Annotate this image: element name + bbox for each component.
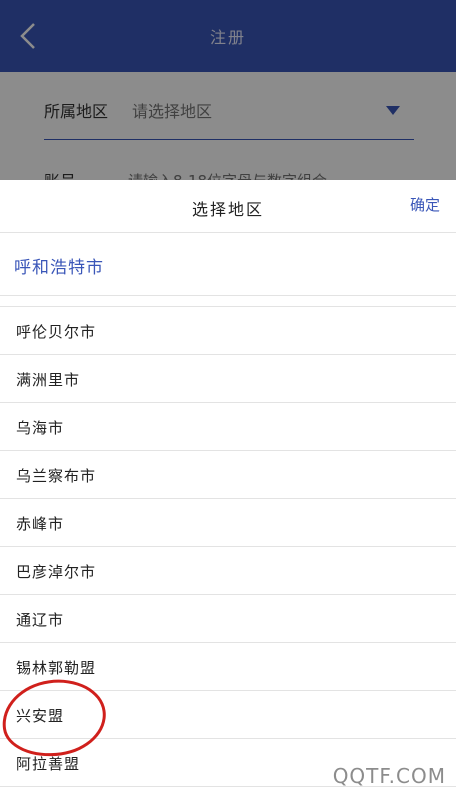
list-item[interactable]: 乌海市 xyxy=(0,403,456,451)
list-item[interactable]: 锡林郭勒盟 xyxy=(0,643,456,691)
list-item-label: 兴安盟 xyxy=(16,707,65,725)
list-item[interactable]: 呼伦贝尔市 xyxy=(0,307,456,355)
list-item-label: 巴彦淖尔市 xyxy=(16,563,97,581)
list-item[interactable]: 通辽市 xyxy=(0,595,456,643)
list-item-label: 呼伦贝尔市 xyxy=(16,323,97,341)
list-item[interactable]: 乌兰察布市 xyxy=(0,451,456,499)
list-item-label: 乌兰察布市 xyxy=(16,467,97,485)
list-item-label: 通辽市 xyxy=(16,611,65,629)
list-item[interactable]: 满洲里市 xyxy=(0,355,456,403)
confirm-button[interactable]: 确定 xyxy=(410,194,440,215)
list-item-label: 乌海市 xyxy=(16,419,65,437)
watermark: QQTF.COM xyxy=(332,764,446,788)
picker-title: 选择地区 xyxy=(191,200,264,219)
list-item-label: 阿拉善盟 xyxy=(16,755,81,773)
list-item-label: 锡林郭勒盟 xyxy=(16,659,97,677)
picker-selected-item[interactable]: 呼和浩特市 xyxy=(0,233,456,296)
list-item[interactable]: 赤峰市 xyxy=(0,499,456,547)
list-item[interactable]: 巴彦淖尔市 xyxy=(0,547,456,595)
list-item-label: 满洲里市 xyxy=(16,371,81,389)
list-item[interactable]: 兴安盟 xyxy=(0,691,456,739)
list-item-label: 赤峰市 xyxy=(16,515,65,533)
selected-item-label: 呼和浩特市 xyxy=(14,258,104,278)
picker-header: 选择地区 确定 xyxy=(0,180,456,233)
region-options-list: 呼伦贝尔市 满洲里市 乌海市 乌兰察布市 赤峰市 巴彦淖尔市 通辽市 锡林郭勒盟… xyxy=(0,306,456,787)
region-picker-sheet: 选择地区 确定 呼和浩特市 呼伦贝尔市 满洲里市 乌海市 乌兰察布市 赤峰市 巴… xyxy=(0,180,456,794)
